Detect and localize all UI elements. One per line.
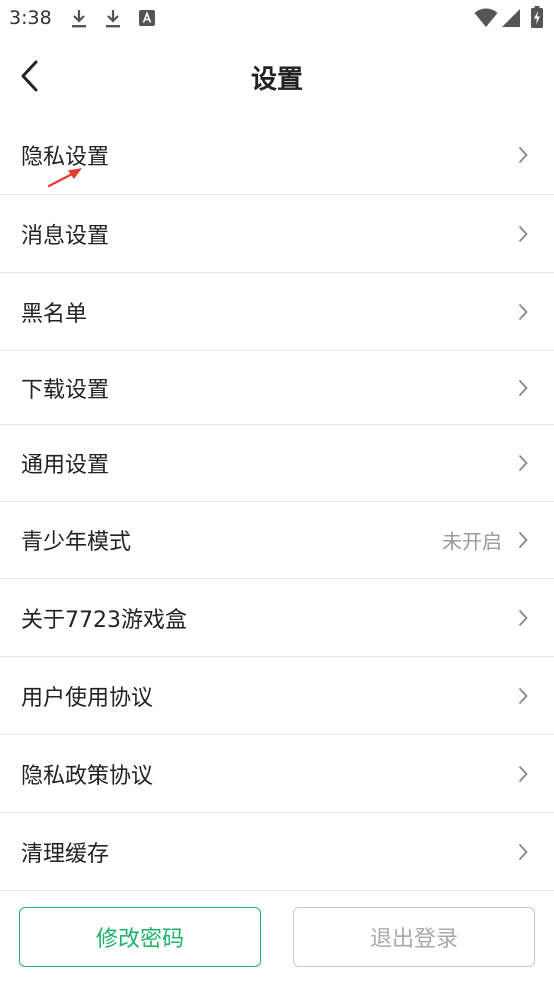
menu-item-about[interactable]: 关于7723游戏盒	[0, 579, 554, 657]
settings-menu: 隐私设置 消息设置 黑名单 下载设置 通用设置 青少年模式 未开启 关于7723…	[0, 116, 554, 891]
status-time: 3:38	[9, 7, 52, 29]
battery-charging-icon	[531, 6, 543, 28]
chevron-right-icon	[518, 609, 528, 626]
footer: 修改密码 退出登录	[0, 889, 554, 984]
menu-item-download-settings[interactable]: 下载设置	[0, 351, 554, 425]
a-notification-icon	[139, 10, 155, 26]
chevron-right-icon	[518, 454, 528, 472]
menu-item-label: 下载设置	[21, 377, 110, 403]
menu-item-teen-mode[interactable]: 青少年模式 未开启	[0, 502, 554, 579]
chevron-right-icon	[518, 379, 528, 396]
menu-item-label: 关于7723游戏盒	[21, 607, 187, 633]
nav-bar: 设置	[0, 38, 554, 116]
chevron-right-icon	[518, 765, 528, 782]
menu-item-general-settings[interactable]: 通用设置	[0, 425, 554, 502]
chevron-right-icon	[518, 843, 528, 860]
menu-item-label: 用户使用协议	[21, 685, 154, 711]
menu-item-label: 消息设置	[21, 223, 110, 249]
page-title: 设置	[250, 65, 303, 95]
chevron-right-icon	[518, 225, 528, 242]
menu-item-label: 隐私政策协议	[21, 763, 154, 789]
chevron-right-icon	[518, 303, 528, 320]
annotation-arrow-icon	[47, 168, 82, 188]
signal-icon	[502, 9, 520, 27]
menu-item-clear-cache[interactable]: 清理缓存	[0, 813, 554, 891]
menu-item-label: 通用设置	[21, 453, 110, 478]
menu-item-label: 清理缓存	[21, 841, 110, 867]
download-icon	[106, 10, 120, 28]
menu-item-label: 黑名单	[21, 301, 88, 327]
status-bar: 3:38	[0, 0, 554, 38]
teen-mode-status: 未开启	[442, 529, 502, 554]
chevron-right-icon	[518, 531, 528, 549]
menu-item-blacklist[interactable]: 黑名单	[0, 273, 554, 351]
menu-item-privacy-policy[interactable]: 隐私政策协议	[0, 735, 554, 813]
menu-item-message-settings[interactable]: 消息设置	[0, 195, 554, 273]
menu-item-user-agreement[interactable]: 用户使用协议	[0, 657, 554, 735]
change-password-button[interactable]: 修改密码	[19, 907, 261, 967]
chevron-right-icon	[518, 146, 528, 164]
wifi-icon	[474, 8, 498, 27]
logout-button[interactable]: 退出登录	[293, 907, 535, 967]
chevron-right-icon	[518, 687, 528, 704]
download-icon	[72, 10, 86, 28]
menu-item-label: 青少年模式	[21, 530, 132, 555]
